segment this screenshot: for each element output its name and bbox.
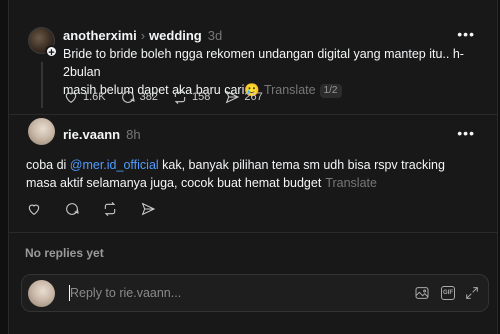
comment-icon	[66, 203, 79, 215]
comment-icon	[121, 91, 135, 103]
avatar[interactable]	[28, 118, 55, 145]
share-button[interactable]	[140, 201, 160, 217]
gif-icon[interactable]: GIF	[441, 286, 455, 300]
repost-icon	[104, 201, 116, 217]
reply-input[interactable]	[70, 286, 370, 300]
timestamp: 8h	[126, 127, 141, 142]
comment-button[interactable]	[64, 201, 84, 217]
post-actions: 1.6K 382 158 267	[63, 89, 277, 105]
heart-icon	[28, 204, 40, 215]
share-button[interactable]: 267	[224, 89, 263, 105]
post-header: anotherximi › wedding 3d	[63, 28, 222, 43]
translate-link[interactable]: Translate	[325, 176, 377, 190]
repost-button[interactable]	[102, 201, 122, 217]
chevron-right-icon: ›	[140, 28, 146, 43]
username[interactable]: rie.vaann	[63, 127, 120, 142]
send-icon	[141, 202, 156, 216]
more-horizontal-icon[interactable]: •••	[457, 26, 475, 42]
divider	[9, 232, 497, 233]
username[interactable]: anotherximi	[63, 28, 137, 43]
mention-link[interactable]: @mer.id_official	[70, 158, 159, 172]
topic-tag[interactable]: wedding	[149, 28, 202, 43]
timestamp: 3d	[207, 28, 223, 43]
follow-plus-icon[interactable]: +	[45, 45, 58, 59]
no-replies-label: No replies yet	[25, 246, 104, 260]
thread-connector-line	[41, 62, 43, 108]
comment-button[interactable]: 382	[120, 89, 158, 105]
heart-icon	[65, 92, 77, 103]
translation-pager[interactable]: 1/2	[319, 84, 342, 98]
like-button[interactable]: 1.6K	[63, 89, 106, 105]
image-icon[interactable]	[414, 285, 430, 301]
like-button[interactable]	[26, 201, 46, 217]
post-actions	[26, 201, 174, 217]
thread-panel: + anotherximi › wedding 3d ••• Bride to bri…	[8, 0, 498, 334]
expand-icon[interactable]	[464, 285, 480, 301]
reply-composer[interactable]: GIF	[21, 274, 489, 312]
divider	[9, 114, 497, 115]
repost-button[interactable]: 158	[172, 89, 210, 105]
post-text: coba di @mer.id_official kak, banyak pil…	[26, 158, 445, 190]
more-horizontal-icon[interactable]: •••	[457, 125, 475, 141]
repost-icon	[174, 89, 186, 105]
send-icon	[226, 90, 240, 104]
post-header: rie.vaann 8h	[63, 127, 141, 142]
avatar	[28, 280, 55, 307]
